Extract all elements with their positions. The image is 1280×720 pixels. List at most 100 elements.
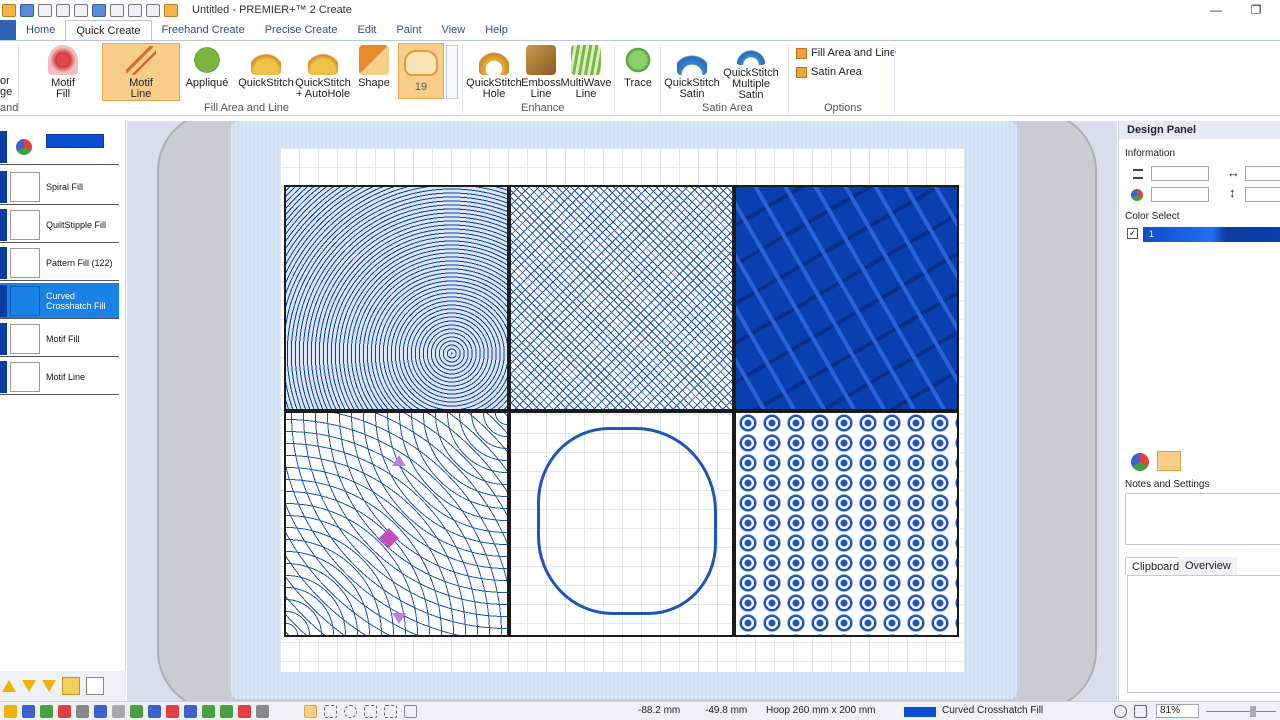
bottom-handle-icon[interactable] <box>392 613 406 624</box>
multiwave-line-button[interactable]: MultiWave Line <box>560 43 612 101</box>
shape-button[interactable]: Shape <box>356 43 392 101</box>
grid-icon[interactable] <box>404 705 417 718</box>
freehand-select-icon[interactable] <box>364 705 377 718</box>
tab-quick-create[interactable]: Quick Create <box>65 20 152 40</box>
design-canvas[interactable] <box>127 121 1117 701</box>
spiral-fill-tile[interactable] <box>284 185 509 411</box>
status-tool-icon[interactable] <box>22 705 35 718</box>
tab-home[interactable]: Home <box>16 20 65 40</box>
new-icon[interactable] <box>74 3 88 17</box>
file-tab[interactable] <box>0 20 16 40</box>
list-item-pattern-fill[interactable]: Pattern Fill (122) <box>0 245 119 281</box>
hoop-size: Hoop 260 mm x 200 mm <box>766 705 876 716</box>
motif-line-outline[interactable] <box>537 427 717 615</box>
tab-overview[interactable]: Overview <box>1179 557 1237 575</box>
status-tool-icon[interactable] <box>58 705 71 718</box>
option-fill-area-line[interactable]: Fill Area and Line <box>796 47 896 59</box>
status-tool-icon[interactable] <box>40 705 53 718</box>
color-bar <box>0 131 7 163</box>
clipboard-area[interactable] <box>1127 575 1280 693</box>
tab-paint[interactable]: Paint <box>386 20 431 40</box>
point-select-icon[interactable] <box>384 705 397 718</box>
zoom-select[interactable]: 81% <box>1156 704 1200 718</box>
tab-view[interactable]: View <box>432 20 476 40</box>
undo-icon[interactable] <box>92 3 106 17</box>
list-item[interactable] <box>0 129 119 165</box>
list-item-spiral-fill[interactable]: Spiral Fill <box>0 169 119 205</box>
color-row-1[interactable]: 1 <box>1143 227 1280 242</box>
color-bar <box>0 361 7 393</box>
zoom-icon[interactable] <box>1114 705 1127 718</box>
lasso-icon[interactable] <box>344 705 357 718</box>
zoom-fit-icon[interactable] <box>1134 705 1147 718</box>
applique-button[interactable]: Appliqué <box>184 43 230 101</box>
status-tool-icon[interactable] <box>184 705 197 718</box>
quiltstipple-fill-tile[interactable] <box>509 185 734 411</box>
quickstitch-multiple-satin-button[interactable]: QuickStitch Multiple Satin <box>718 43 784 101</box>
zoom-slider-track[interactable] <box>1206 711 1276 712</box>
minimize-button[interactable]: — <box>1196 0 1236 20</box>
group-icon[interactable] <box>62 677 80 695</box>
status-tool-icon[interactable] <box>4 705 17 718</box>
sewing-field[interactable] <box>280 148 964 672</box>
status-tool-icon[interactable] <box>166 705 179 718</box>
status-tool-icon[interactable] <box>94 705 107 718</box>
emboss-line-button[interactable]: Emboss Line <box>520 43 562 101</box>
save-icon[interactable] <box>20 3 34 17</box>
trace-button[interactable]: Trace <box>618 43 658 101</box>
status-tool-icon[interactable] <box>112 705 125 718</box>
option-satin-area[interactable]: Satin Area <box>796 66 862 78</box>
status-tool-icon[interactable] <box>256 705 269 718</box>
tab-clipboard[interactable]: Clipboard <box>1125 557 1187 575</box>
status-tool-icon[interactable] <box>238 705 251 718</box>
notes-box[interactable] <box>1125 493 1280 545</box>
status-tool-icon[interactable] <box>130 705 143 718</box>
run-icon[interactable] <box>164 3 178 17</box>
notes-settings-icon[interactable] <box>1157 451 1181 471</box>
tab-freehand-create[interactable]: Freehand Create <box>152 20 255 40</box>
shape-scroll[interactable] <box>446 45 458 99</box>
ungroup-icon[interactable] <box>86 677 104 695</box>
pattern-fill-tile[interactable] <box>734 185 959 411</box>
move-to-end-icon[interactable] <box>42 680 56 692</box>
zoom-slider-thumb[interactable] <box>1250 706 1256 717</box>
color-wheel-icon[interactable] <box>128 3 142 17</box>
select-box-icon[interactable] <box>304 705 317 718</box>
move-down-icon[interactable] <box>22 680 36 692</box>
select-icon[interactable] <box>324 705 337 718</box>
motif-line-tile[interactable] <box>509 411 734 637</box>
curved-crosshatch-fill-tile[interactable] <box>284 411 509 637</box>
color-checkbox[interactable]: ✓ <box>1127 228 1138 239</box>
restore-button[interactable]: ❐ <box>1236 0 1276 20</box>
list-item-curved-crosshatch-fill[interactable]: Curved Crosshatch Fill <box>0 283 119 319</box>
print-icon[interactable] <box>56 3 70 17</box>
width-icon: ↔ <box>1227 165 1240 180</box>
motif-fill-tile[interactable] <box>734 411 959 637</box>
quickstitch-button[interactable]: QuickStitch <box>238 43 294 101</box>
app-menu-icon[interactable] <box>2 3 16 17</box>
thread-colors-icon[interactable] <box>1131 453 1149 471</box>
redo-icon[interactable] <box>110 3 124 17</box>
quickstitch-hole-button[interactable]: QuickStitch Hole <box>466 43 522 101</box>
export-icon[interactable] <box>146 3 160 17</box>
quickstitch-autohole-button[interactable]: QuickStitch + AutoHole <box>294 43 352 101</box>
ribbon-cut-item[interactable]: or ge <box>0 43 14 101</box>
shape-picker[interactable]: 19 <box>398 43 444 99</box>
tab-help[interactable]: Help <box>475 20 518 40</box>
list-item-motif-fill[interactable]: Motif Fill <box>0 321 119 357</box>
motif-line-button[interactable]: Motif Line <box>102 43 180 101</box>
list-item-quiltstipple-fill[interactable]: QuiltStipple Fill <box>0 207 119 243</box>
status-tool-icon[interactable] <box>148 705 161 718</box>
status-tool-icon[interactable] <box>76 705 89 718</box>
tab-edit[interactable]: Edit <box>347 20 386 40</box>
list-item-motif-line[interactable]: Motif Line <box>0 359 119 395</box>
motif-fill-button[interactable]: Motif Fill <box>38 43 88 101</box>
tab-precise-create[interactable]: Precise Create <box>255 20 348 40</box>
save-as-icon[interactable] <box>38 3 52 17</box>
quickstitch-satin-button[interactable]: QuickStitch Satin <box>664 43 720 101</box>
top-handle-icon[interactable] <box>392 455 406 466</box>
move-up-icon[interactable] <box>2 680 16 692</box>
status-tool-icon[interactable] <box>220 705 233 718</box>
add-icon[interactable] <box>202 705 215 718</box>
center-handle-icon[interactable] <box>379 528 399 548</box>
